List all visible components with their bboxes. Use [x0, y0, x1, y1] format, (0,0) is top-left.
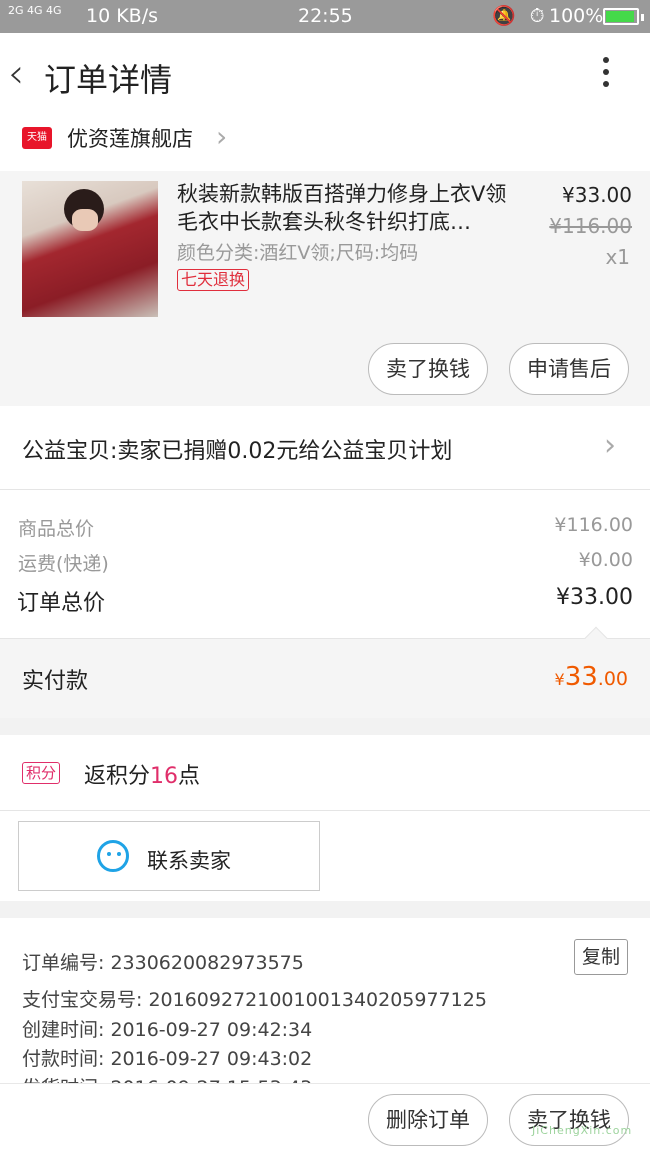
- order-total-label: 订单总价: [17, 591, 106, 616]
- after-sales-button[interactable]: 申请售后: [509, 343, 629, 395]
- status-bar: 2G 4G 4G 10 KB/s 22:55 🔕 ⏱ 100%: [0, 0, 650, 33]
- product-card[interactable]: 秋装新款韩版百搭弹力修身上衣V领毛衣中长款套头秋冬针织打底… 颜色分类:酒红V领…: [0, 171, 650, 406]
- product-quantity: x1: [605, 245, 630, 269]
- actual-paid-label: 实付款: [22, 669, 89, 694]
- status-icons: 🔕 ⏱: [492, 5, 549, 27]
- tmall-logo-icon: 天猫: [22, 127, 52, 149]
- charity-text: 公益宝贝:卖家已捐赠0.02元给公益宝贝计划: [22, 439, 453, 464]
- clock: 22:55: [298, 5, 353, 27]
- sell-for-cash-button-bottom[interactable]: 卖了换钱: [509, 1094, 629, 1146]
- product-title[interactable]: 秋装新款韩版百搭弹力修身上衣V领毛衣中长款套头秋冬针织打底…: [177, 180, 517, 238]
- goods-total-label: 商品总价: [18, 518, 95, 540]
- bottom-action-bar: 删除订单 卖了换钱 JiChengXin.com: [0, 1083, 650, 1155]
- chevron-right-icon: ›: [604, 428, 616, 463]
- order-number: 订单编号: 2330620082973575: [22, 952, 304, 974]
- back-icon[interactable]: ‹: [8, 51, 24, 97]
- return-policy-badge: 七天退换: [177, 269, 250, 291]
- page-title: 订单详情: [44, 61, 173, 99]
- original-price: ¥116.00: [549, 214, 632, 238]
- paid-time: 付款时间: 2016-09-27 09:43:02: [22, 1048, 313, 1070]
- chevron-right-icon: ›: [216, 120, 228, 153]
- store-name[interactable]: 优资莲旗舰店: [67, 123, 193, 153]
- network-speed: 10 KB/s: [86, 5, 159, 27]
- shipped-time: 发货时间: 2016-09-27 15:53:43: [22, 1073, 312, 1083]
- watermark: JiChengXin.com: [532, 1124, 633, 1137]
- copy-button[interactable]: 复制: [574, 939, 628, 975]
- contact-seller-label: 联系卖家: [147, 849, 231, 873]
- product-sku: 颜色分类:酒红V领;尺码:均码: [177, 242, 419, 264]
- alipay-number: 支付宝交易号: 2016092721001001340205977125: [22, 989, 487, 1011]
- more-menu-icon[interactable]: [596, 57, 616, 97]
- charity-row[interactable]: 公益宝贝:卖家已捐赠0.02元给公益宝贝计划 ›: [0, 406, 650, 490]
- points-badge: 积分: [22, 762, 61, 784]
- actual-paid-row: 实付款 ¥33.00: [0, 626, 650, 718]
- price-summary: 商品总价 ¥116.00 运费(快递) ¥0.00 订单总价 ¥33.00: [0, 490, 650, 638]
- chat-bubble-icon: [97, 840, 129, 872]
- points-row: 积分 返积分16点: [0, 735, 650, 811]
- shipping-label: 运费(快递): [18, 553, 109, 575]
- created-time: 创建时间: 2016-09-27 09:42:34: [22, 1019, 313, 1041]
- actual-paid-value: ¥33.00: [554, 662, 629, 692]
- order-info: 订单编号: 2330620082973575 复制 支付宝交易号: 201609…: [0, 918, 650, 1083]
- goods-total-value: ¥116.00: [554, 514, 633, 536]
- nav-bar: ‹ 订单详情: [0, 33, 650, 119]
- shipping-value: ¥0.00: [578, 549, 633, 571]
- points-text: 返积分16点: [84, 764, 201, 789]
- battery-icon: [603, 8, 644, 25]
- contact-seller-button[interactable]: 联系卖家: [18, 821, 320, 891]
- sell-for-cash-button[interactable]: 卖了换钱: [368, 343, 488, 395]
- contact-section: 联系卖家: [0, 811, 650, 901]
- product-image[interactable]: [22, 181, 158, 317]
- product-price: ¥33.00: [562, 183, 632, 207]
- order-total-value: ¥33.00: [556, 585, 633, 610]
- delete-order-button[interactable]: 删除订单: [368, 1094, 488, 1146]
- store-row[interactable]: 天猫 优资莲旗舰店 ›: [0, 119, 650, 171]
- signal-icon: 2G 4G 4G: [8, 4, 62, 17]
- battery-percent: 100%: [549, 5, 604, 27]
